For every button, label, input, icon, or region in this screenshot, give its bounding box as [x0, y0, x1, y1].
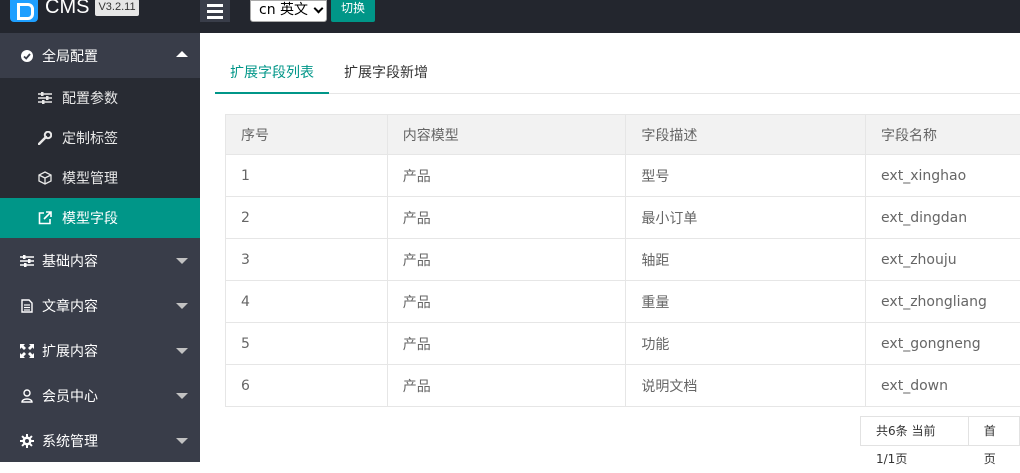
cube-icon	[38, 171, 52, 185]
sidebar-group-basic-content[interactable]: 基础内容	[0, 238, 200, 283]
expand-icon	[20, 344, 34, 358]
cell-index: 4	[226, 281, 388, 323]
table-row: 5 产品 功能 ext_gongneng	[226, 323, 1020, 365]
chevron-down-icon	[176, 303, 188, 309]
gear-badge-icon	[20, 49, 34, 63]
pagination: 共6条 当前1/1页 首页	[860, 416, 1020, 446]
sidebar-item-label: 模型管理	[62, 168, 118, 188]
cell-content-model: 产品	[387, 281, 626, 323]
cell-content-model: 产品	[387, 365, 626, 407]
sidebar-group-label: 文章内容	[42, 296, 98, 316]
column-header-field-name: 字段名称	[866, 115, 1020, 155]
sidebar-group-label: 扩展内容	[42, 341, 98, 361]
cell-field-description: 型号	[626, 155, 866, 197]
table-row: 4 产品 重量 ext_zhongliang	[226, 281, 1020, 323]
sidebar-item-label: 配置参数	[62, 88, 118, 108]
gear-icon	[20, 434, 34, 448]
cell-field-description: 轴距	[626, 239, 866, 281]
pagination-summary: 共6条 当前1/1页	[860, 416, 969, 446]
sidebar-subnav: 配置参数 定制标签 模型管理 模型字段	[0, 78, 200, 238]
tab-extended-field-list[interactable]: 扩展字段列表	[215, 55, 329, 94]
cell-field-name: ext_xinghao	[866, 155, 1020, 197]
chevron-down-icon	[176, 348, 188, 354]
logo-icon	[10, 0, 38, 22]
table-row: 2 产品 最小订单 ext_dingdan	[226, 197, 1020, 239]
sliders-icon	[20, 254, 34, 268]
sidebar-item-label: 模型字段	[62, 208, 118, 228]
sidebar-group-global-config[interactable]: 全局配置	[0, 33, 200, 78]
tab-bar: 扩展字段列表 扩展字段新增	[215, 55, 1020, 94]
chevron-down-icon	[176, 438, 188, 444]
sidebar-group-member-center[interactable]: 会员中心	[0, 373, 200, 418]
table-row: 1 产品 型号 ext_xinghao	[226, 155, 1020, 197]
cell-field-description: 功能	[626, 323, 866, 365]
cell-content-model: 产品	[387, 197, 626, 239]
sidebar-item-model-management[interactable]: 模型管理	[0, 158, 200, 198]
chevron-up-icon	[176, 51, 188, 57]
chevron-down-icon	[314, 4, 324, 14]
cell-index: 3	[226, 239, 388, 281]
version-badge: V3.2.11	[95, 0, 138, 16]
logo: CMS V3.2.11	[10, 0, 139, 22]
wrench-icon	[38, 131, 52, 145]
app-name: CMS	[45, 0, 89, 17]
column-header-content-model: 内容模型	[387, 115, 626, 155]
sidebar-item-model-fields[interactable]: 模型字段	[0, 198, 200, 238]
cell-content-model: 产品	[387, 155, 626, 197]
sidebar-item-custom-tags[interactable]: 定制标签	[0, 118, 200, 158]
external-link-icon	[38, 211, 52, 225]
cell-index: 5	[226, 323, 388, 365]
top-bar: CMS V3.2.11 cn 英文 切换	[0, 0, 1020, 33]
table-row: 6 产品 说明文档 ext_down	[226, 365, 1020, 407]
cell-field-description: 重量	[626, 281, 866, 323]
cell-field-name: ext_zhouju	[866, 239, 1020, 281]
cell-index: 1	[226, 155, 388, 197]
cell-field-description: 最小订单	[626, 197, 866, 239]
cell-field-name: ext_gongneng	[866, 323, 1020, 365]
cell-field-description: 说明文档	[626, 365, 866, 407]
language-select[interactable]: cn 英文	[250, 0, 327, 22]
sidebar-group-label: 会员中心	[42, 386, 98, 406]
sidebar-group-article-content[interactable]: 文章内容	[0, 283, 200, 328]
table-header-row: 序号 内容模型 字段描述 字段名称	[226, 115, 1020, 155]
cell-index: 6	[226, 365, 388, 407]
document-icon	[20, 299, 34, 313]
menu-toggle-button[interactable]	[200, 0, 230, 22]
chevron-down-icon	[176, 393, 188, 399]
cell-field-name: ext_zhongliang	[866, 281, 1020, 323]
sliders-icon	[38, 91, 52, 105]
sidebar: 全局配置 配置参数 定制标签 模型管理 模型字段	[0, 33, 200, 462]
first-page-link[interactable]: 首页	[969, 416, 1020, 446]
sidebar-group-label: 系统管理	[42, 431, 98, 451]
sidebar-group-extended-content[interactable]: 扩展内容	[0, 328, 200, 373]
cell-field-name: ext_dingdan	[866, 197, 1020, 239]
column-header-field-description: 字段描述	[626, 115, 866, 155]
table-row: 3 产品 轴距 ext_zhouju	[226, 239, 1020, 281]
cell-content-model: 产品	[387, 239, 626, 281]
fields-table: 序号 内容模型 字段描述 字段名称 1 产品 型号 ext_xinghao 2 …	[225, 114, 1020, 407]
user-icon	[20, 389, 34, 403]
hamburger-icon	[207, 4, 223, 7]
sidebar-item-label: 定制标签	[62, 128, 118, 148]
tab-extended-field-add[interactable]: 扩展字段新增	[329, 55, 443, 94]
column-header-index: 序号	[226, 115, 388, 155]
switch-language-button[interactable]: 切换	[331, 0, 375, 22]
sidebar-item-config-params[interactable]: 配置参数	[0, 78, 200, 118]
chevron-down-icon	[176, 258, 188, 264]
cell-content-model: 产品	[387, 323, 626, 365]
sidebar-group-system-management[interactable]: 系统管理	[0, 418, 200, 463]
cell-field-name: ext_down	[866, 365, 1020, 407]
sidebar-group-label: 基础内容	[42, 251, 98, 271]
sidebar-group-label: 全局配置	[42, 46, 98, 66]
cell-index: 2	[226, 197, 388, 239]
